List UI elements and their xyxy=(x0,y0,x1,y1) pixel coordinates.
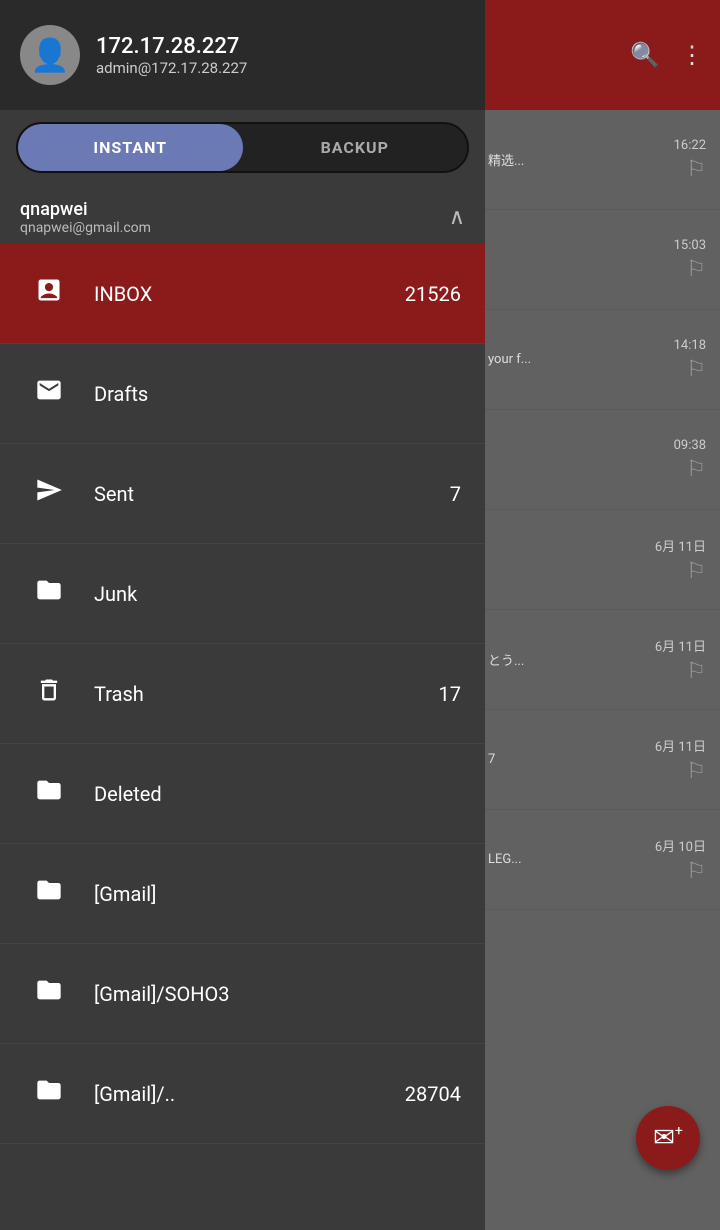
email-time: 16:22 xyxy=(674,138,706,153)
inbox-count: 21526 xyxy=(405,282,461,306)
email-preview: your f... xyxy=(488,352,531,367)
folder-item-deleted[interactable]: Deleted xyxy=(0,744,485,844)
flag-icon: ⚐ xyxy=(686,357,706,382)
drafts-icon xyxy=(24,376,74,411)
flag-icon: ⚐ xyxy=(686,559,706,584)
folder-item-junk[interactable]: Junk xyxy=(0,544,485,644)
header-info: 172.17.28.227 admin@172.17.28.227 xyxy=(96,34,247,77)
folder-item-inbox[interactable]: INBOX 21526 xyxy=(0,244,485,344)
account-name: qnapwei xyxy=(20,199,151,220)
gmailother-icon xyxy=(24,1076,74,1111)
deleted-label: Deleted xyxy=(94,782,461,806)
junk-icon xyxy=(24,576,74,611)
trash-count: 17 xyxy=(439,682,461,706)
sent-label: Sent xyxy=(94,482,450,506)
folder-item-gmail[interactable]: [Gmail] xyxy=(0,844,485,944)
folder-list: INBOX 21526 Drafts Sent 7 Junk Trash 17 … xyxy=(0,244,485,1230)
email-list-item[interactable]: 15:03 ⚐ xyxy=(480,210,720,310)
email-time: 6月 10日 xyxy=(655,836,706,855)
email-time: 6月 11日 xyxy=(655,736,706,755)
email-preview: 7 xyxy=(488,752,495,767)
folder-item-drafts[interactable]: Drafts xyxy=(0,344,485,444)
email-list-item[interactable]: 7 6月 11日 ⚐ xyxy=(480,710,720,810)
toggle-backup[interactable]: BACKUP xyxy=(243,124,468,171)
folder-item-sent[interactable]: Sent 7 xyxy=(0,444,485,544)
trash-icon xyxy=(24,676,74,711)
email-preview: 精选... xyxy=(488,150,524,169)
email-list-item[interactable]: 09:38 ⚐ xyxy=(480,410,720,510)
more-icon[interactable]: ⋮ xyxy=(680,41,704,69)
gmailother-label: [Gmail]/.. xyxy=(94,1082,405,1106)
gmailsoho3-label: [Gmail]/SOHO3 xyxy=(94,982,461,1006)
flag-icon: ⚐ xyxy=(686,157,706,182)
search-icon[interactable]: 🔍 xyxy=(630,41,660,69)
account-row[interactable]: qnapwei qnapwei@gmail.com ∧ xyxy=(0,185,485,244)
toggle-row: INSTANT BACKUP xyxy=(0,110,485,185)
toggle-instant[interactable]: INSTANT xyxy=(18,124,243,171)
compose-fab[interactable]: ✉+ xyxy=(636,1106,700,1170)
deleted-icon xyxy=(24,776,74,811)
flag-icon: ⚐ xyxy=(686,457,706,482)
inbox-label: INBOX xyxy=(94,282,405,306)
email-list-item[interactable]: 6月 11日 ⚐ xyxy=(480,510,720,610)
email-time: 6月 11日 xyxy=(655,536,706,555)
inbox-icon xyxy=(24,276,74,311)
compose-icon: ✉+ xyxy=(653,1123,683,1153)
sidebar-header: 👤 172.17.28.227 admin@172.17.28.227 xyxy=(0,0,485,110)
email-time: 14:18 xyxy=(674,338,706,353)
top-right-bar: 🔍 ⋮ xyxy=(480,0,720,110)
gmailsoho3-icon xyxy=(24,976,74,1011)
gmailother-count: 28704 xyxy=(405,1082,461,1106)
sidebar: 👤 172.17.28.227 admin@172.17.28.227 INST… xyxy=(0,0,485,1230)
email-list-item[interactable]: とう... 6月 11日 ⚐ xyxy=(480,610,720,710)
chevron-up-icon: ∧ xyxy=(449,205,465,230)
flag-icon: ⚐ xyxy=(686,859,706,884)
email-preview: とう... xyxy=(488,650,524,669)
gmail-label: [Gmail] xyxy=(94,882,461,906)
email-list-item[interactable]: 精选... 16:22 ⚐ xyxy=(480,110,720,210)
email-time: 09:38 xyxy=(674,438,706,453)
junk-label: Junk xyxy=(94,582,461,606)
account-gmail: qnapwei@gmail.com xyxy=(20,220,151,236)
avatar-icon: 👤 xyxy=(30,36,70,74)
email-preview: LEG... xyxy=(488,852,522,867)
email-list-item[interactable]: your f... 14:18 ⚐ xyxy=(480,310,720,410)
drafts-label: Drafts xyxy=(94,382,461,406)
email-list-item[interactable]: LEG... 6月 10日 ⚐ xyxy=(480,810,720,910)
trash-label: Trash xyxy=(94,682,439,706)
email-list-right: 精选... 16:22 ⚐ 15:03 ⚐ your f... 14:18 ⚐ … xyxy=(480,110,720,910)
sent-icon xyxy=(24,476,74,511)
toggle-container: INSTANT BACKUP xyxy=(16,122,469,173)
sent-count: 7 xyxy=(450,482,461,506)
email-time: 6月 11日 xyxy=(655,636,706,655)
flag-icon: ⚐ xyxy=(686,759,706,784)
folder-item-gmailother[interactable]: [Gmail]/.. 28704 xyxy=(0,1044,485,1144)
header-ip: 172.17.28.227 xyxy=(96,34,247,59)
flag-icon: ⚐ xyxy=(686,257,706,282)
header-email: admin@172.17.28.227 xyxy=(96,59,247,77)
gmail-icon xyxy=(24,876,74,911)
avatar: 👤 xyxy=(20,25,80,85)
flag-icon: ⚐ xyxy=(686,659,706,684)
account-info: qnapwei qnapwei@gmail.com xyxy=(20,199,151,236)
folder-item-trash[interactable]: Trash 17 xyxy=(0,644,485,744)
email-time: 15:03 xyxy=(674,238,706,253)
folder-item-gmailsoho3[interactable]: [Gmail]/SOHO3 xyxy=(0,944,485,1044)
